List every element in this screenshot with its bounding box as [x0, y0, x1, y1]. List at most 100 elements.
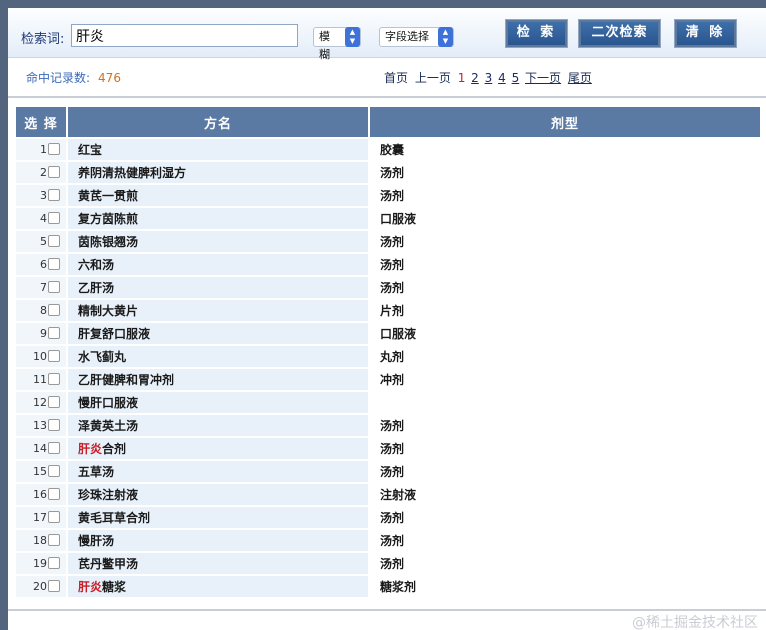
table-row[interactable]: 18 慢肝汤 汤剂 — [16, 530, 760, 551]
row-checkbox[interactable] — [48, 419, 60, 431]
table-row[interactable]: 14 肝炎合剂 汤剂 — [16, 438, 760, 459]
last-page-link[interactable]: 尾页 — [568, 71, 592, 85]
row-index: 19 — [33, 557, 47, 570]
row-select-cell: 2 — [16, 162, 66, 183]
header-name: 方名 — [68, 107, 368, 137]
table-row[interactable]: 12 慢肝口服液 — [16, 392, 760, 413]
formula-name: 红宝 — [78, 143, 103, 157]
row-checkbox[interactable] — [48, 258, 60, 270]
row-checkbox[interactable] — [48, 235, 60, 247]
row-index: 20 — [33, 580, 47, 593]
name-cell[interactable]: 珍珠注射液 — [68, 484, 368, 505]
row-select-cell: 16 — [16, 484, 66, 505]
name-cell[interactable]: 五草汤 — [68, 461, 368, 482]
first-page-link[interactable]: 首页 — [384, 71, 408, 85]
row-checkbox[interactable] — [48, 442, 60, 454]
table-header-row: 选 择 方名 剂型 — [16, 107, 760, 137]
name-cell[interactable]: 养阴清热健脾利湿方 — [68, 162, 368, 183]
table-row[interactable]: 1 红宝 胶囊 — [16, 139, 760, 160]
row-checkbox[interactable] — [48, 488, 60, 500]
row-checkbox[interactable] — [48, 465, 60, 477]
search-label: 检索词: — [21, 32, 65, 47]
row-select-cell: 18 — [16, 530, 66, 551]
name-cell[interactable]: 肝炎合剂 — [68, 438, 368, 459]
name-cell[interactable]: 肝炎糖浆 — [68, 576, 368, 597]
name-cell[interactable]: 芪丹鳖甲汤 — [68, 553, 368, 574]
table-row[interactable]: 9 肝复舒口服液 口服液 — [16, 323, 760, 344]
row-checkbox[interactable] — [48, 350, 60, 362]
name-cell[interactable]: 肝复舒口服液 — [68, 323, 368, 344]
search-button[interactable]: 检 索 — [505, 19, 568, 48]
page-link[interactable]: 3 — [485, 71, 493, 85]
table-row[interactable]: 17 黄毛耳草合剂 汤剂 — [16, 507, 760, 528]
name-cell[interactable]: 水飞蓟丸 — [68, 346, 368, 367]
table-row[interactable]: 15 五草汤 汤剂 — [16, 461, 760, 482]
name-cell[interactable]: 乙肝汤 — [68, 277, 368, 298]
clear-button[interactable]: 清 除 — [674, 19, 737, 48]
name-cell[interactable]: 六和汤 — [68, 254, 368, 275]
row-checkbox[interactable] — [48, 327, 60, 339]
table-row[interactable]: 20 肝炎糖浆 糖浆剂 — [16, 576, 760, 597]
formula-name: 乙肝健脾和胃冲剂 — [78, 373, 175, 387]
row-checkbox[interactable] — [48, 189, 60, 201]
formula-name: 珍珠注射液 — [78, 488, 139, 502]
page-link[interactable]: 2 — [471, 71, 479, 85]
name-cell[interactable]: 复方茵陈煎 — [68, 208, 368, 229]
page-link[interactable]: 5 — [512, 71, 520, 85]
row-checkbox[interactable] — [48, 580, 60, 592]
row-select-cell: 12 — [16, 392, 66, 413]
match-mode-select[interactable]: 模糊 ▲ ▼ — [313, 27, 361, 61]
table-row[interactable]: 4 复方茵陈煎 口服液 — [16, 208, 760, 229]
prev-page-link[interactable]: 上一页 — [415, 71, 451, 85]
row-checkbox[interactable] — [48, 166, 60, 178]
row-index: 7 — [40, 281, 47, 294]
name-cell[interactable]: 茵陈银翘汤 — [68, 231, 368, 252]
name-cell[interactable]: 慢肝口服液 — [68, 392, 368, 413]
row-checkbox[interactable] — [48, 534, 60, 546]
divider — [8, 609, 766, 611]
table-row[interactable]: 19 芪丹鳖甲汤 汤剂 — [16, 553, 760, 574]
field-select[interactable]: 字段选择 ▲ ▼ — [379, 27, 454, 47]
row-checkbox[interactable] — [48, 557, 60, 569]
row-select-cell: 14 — [16, 438, 66, 459]
name-cell[interactable]: 黄芪一贯煎 — [68, 185, 368, 206]
table-row[interactable]: 13 泽黄英土汤 汤剂 — [16, 415, 760, 436]
row-checkbox[interactable] — [48, 511, 60, 523]
name-cell[interactable]: 慢肝汤 — [68, 530, 368, 551]
dosage-cell: 冲剂 — [370, 369, 760, 390]
formula-name: 复方茵陈煎 — [78, 212, 139, 226]
name-cell[interactable]: 红宝 — [68, 139, 368, 160]
row-checkbox[interactable] — [48, 396, 60, 408]
table-row[interactable]: 7 乙肝汤 汤剂 — [16, 277, 760, 298]
table-row[interactable]: 8 精制大黄片 片剂 — [16, 300, 760, 321]
second-search-button[interactable]: 二次检索 — [578, 19, 661, 48]
row-checkbox[interactable] — [48, 143, 60, 155]
search-input[interactable] — [71, 24, 298, 47]
dosage-cell: 汤剂 — [370, 254, 760, 275]
name-cell[interactable]: 乙肝健脾和胃冲剂 — [68, 369, 368, 390]
row-index: 15 — [33, 465, 47, 478]
dosage-cell: 汤剂 — [370, 438, 760, 459]
table-row[interactable]: 5 茵陈银翘汤 汤剂 — [16, 231, 760, 252]
formula-name: 养阴清热健脾利湿方 — [78, 166, 187, 180]
table-row[interactable]: 16 珍珠注射液 注射液 — [16, 484, 760, 505]
table-row[interactable]: 6 六和汤 汤剂 — [16, 254, 760, 275]
table-body: 1 红宝 胶囊 2 养阴清热健脾利湿方 汤剂 3 黄芪一贯煎 汤剂 4 复方茵陈煎 口服液 5 茵陈银翘汤… — [16, 139, 760, 597]
table-row[interactable]: 11 乙肝健脾和胃冲剂 冲剂 — [16, 369, 760, 390]
page-link[interactable]: 4 — [498, 71, 506, 85]
row-select-cell: 4 — [16, 208, 66, 229]
row-checkbox[interactable] — [48, 373, 60, 385]
name-cell[interactable]: 精制大黄片 — [68, 300, 368, 321]
row-checkbox[interactable] — [48, 304, 60, 316]
table-row[interactable]: 10 水飞蓟丸 丸剂 — [16, 346, 760, 367]
table-row[interactable]: 2 养阴清热健脾利湿方 汤剂 — [16, 162, 760, 183]
formula-name: 精制大黄片 — [78, 304, 139, 318]
row-checkbox[interactable] — [48, 281, 60, 293]
hit-count-value: 476 — [98, 71, 121, 85]
dosage-cell: 糖浆剂 — [370, 576, 760, 597]
name-cell[interactable]: 黄毛耳草合剂 — [68, 507, 368, 528]
next-page-link[interactable]: 下一页 — [525, 71, 561, 85]
row-checkbox[interactable] — [48, 212, 60, 224]
name-cell[interactable]: 泽黄英土汤 — [68, 415, 368, 436]
table-row[interactable]: 3 黄芪一贯煎 汤剂 — [16, 185, 760, 206]
